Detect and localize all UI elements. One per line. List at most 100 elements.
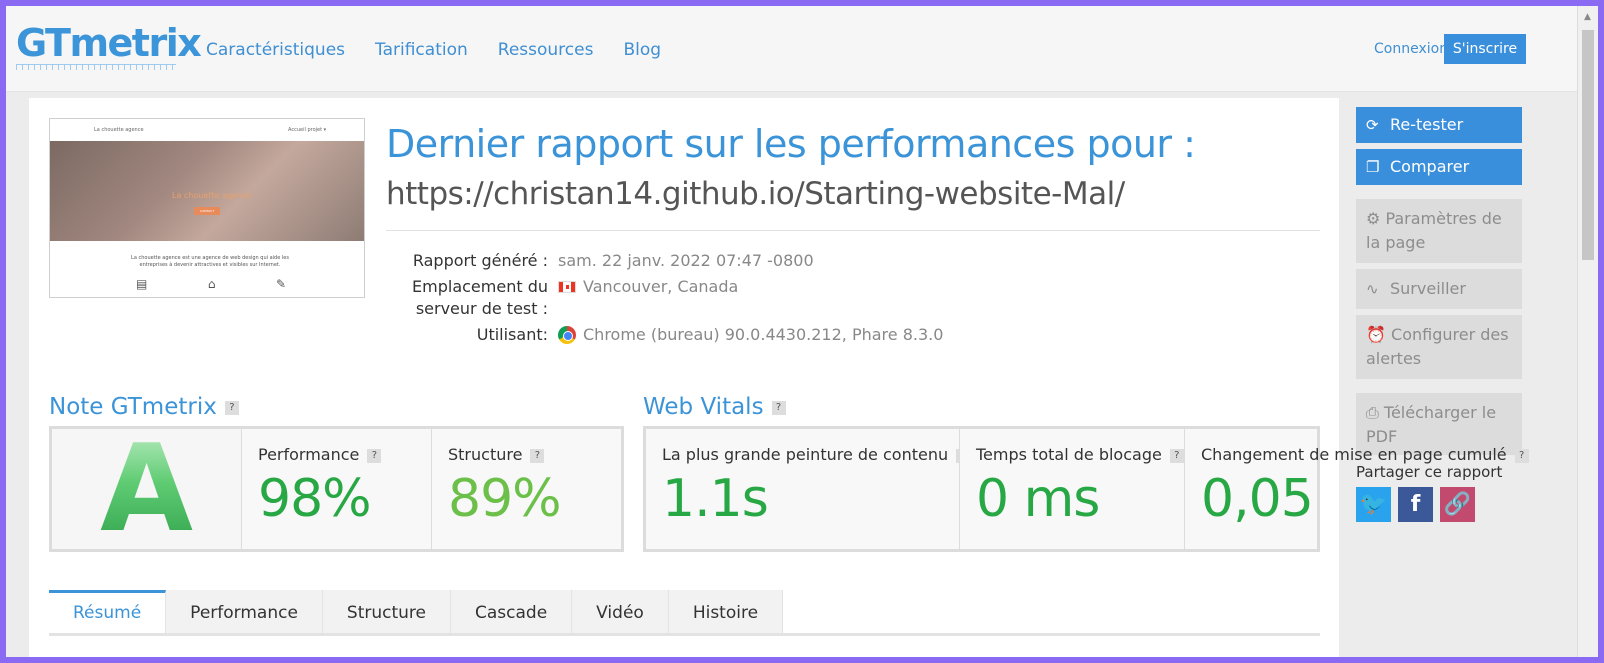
- pulse-icon: ∿: [1366, 280, 1379, 298]
- tab-history[interactable]: Histoire: [668, 590, 784, 636]
- meta-label: Utilisant:: [476, 325, 548, 344]
- vertical-scrollbar[interactable]: ▲: [1577, 6, 1598, 657]
- twitter-share-icon[interactable]: 🐦: [1356, 487, 1391, 522]
- structure-cell: Structure? 89%: [432, 429, 621, 549]
- performance-label-wrap: Performance?: [258, 445, 382, 464]
- gtmetrix-logo[interactable]: GTmetrix: [16, 21, 202, 76]
- tbt-cell: Temps total de blocage? 0 ms: [960, 429, 1185, 549]
- performance-label: Performance: [258, 445, 360, 464]
- pdf-icon: ⎙: [1366, 403, 1384, 422]
- performance-value: 98%: [258, 469, 372, 529]
- performance-cell: Performance? 98%: [242, 429, 432, 549]
- download-pdf-label: Télécharger le PDF: [1366, 403, 1497, 446]
- meta-label: Rapport généré :: [412, 251, 548, 270]
- share-title: Partager ce rapport: [1356, 463, 1503, 481]
- report-title: Dernier rapport sur les performances pou…: [386, 122, 1196, 166]
- meta-row-generated: Rapport généré : sam. 22 janv. 2022 07:4…: [386, 250, 943, 272]
- logo-label: GTmetrix: [16, 21, 202, 65]
- page-settings-button[interactable]: ⚙ Paramètres de la page: [1356, 199, 1522, 263]
- lcp-label: La plus grande peinture de contenu: [662, 445, 949, 464]
- thumbnail-nav: La chouette agence Accueil projet ▾: [50, 119, 364, 141]
- cls-value: 0,05: [1201, 469, 1314, 529]
- section-title-text: Note GTmetrix: [49, 394, 217, 420]
- grade-box: A Performance? 98% Structure? 89%: [49, 420, 624, 559]
- signup-button[interactable]: S'inscrire: [1444, 34, 1526, 64]
- thumbnail-site-name: La chouette agence: [94, 127, 144, 133]
- meta-value: sam. 22 janv. 2022 07:47 -0800: [558, 251, 814, 270]
- page-settings-text: ⚙ Paramètres de la page: [1366, 207, 1512, 255]
- retest-label: Re-tester: [1390, 115, 1464, 134]
- compare-label: Comparer: [1390, 157, 1470, 176]
- meta-value: Chrome (bureau) 90.0.4430.212, Phare 8.3…: [583, 325, 944, 344]
- nav-resources[interactable]: Ressources: [498, 40, 594, 60]
- tbt-label-wrap: Temps total de blocage?: [976, 445, 1184, 464]
- meta-value-wrap: Chrome (bureau) 90.0.4430.212, Phare 8.3…: [558, 324, 943, 346]
- divider: [386, 230, 1320, 231]
- help-icon[interactable]: ?: [1169, 448, 1184, 463]
- lcp-label-wrap: La plus grande peinture de contenu?: [662, 445, 971, 464]
- link-share-icon[interactable]: 🔗: [1440, 487, 1475, 522]
- structure-label-wrap: Structure?: [448, 445, 545, 464]
- cls-cell: Changement de mise en page cumulé? 0,05: [1185, 429, 1529, 549]
- newspaper-icon: ▤: [136, 277, 148, 291]
- report-panel: La chouette agence Accueil projet ▾ La c…: [29, 98, 1529, 657]
- share-buttons: 🐦 f 🔗: [1356, 487, 1522, 522]
- logo-text: GTmetrix: [16, 21, 202, 65]
- help-icon[interactable]: ?: [224, 400, 239, 415]
- site-header: GTmetrix Caractéristiques Tarification R…: [6, 6, 1577, 92]
- tab-waterfall[interactable]: Cascade: [451, 590, 573, 636]
- thumbnail-hero-image: La chouette agence CONTACT: [50, 141, 364, 241]
- web-vitals-box: La plus grande peinture de contenu? 1.1s…: [643, 426, 1529, 552]
- tab-underline: [49, 633, 1320, 636]
- nav-features[interactable]: Caractéristiques: [206, 40, 345, 60]
- meta-value: Vancouver, Canada: [583, 277, 739, 296]
- facebook-share-icon[interactable]: f: [1398, 487, 1433, 522]
- report-tabs: Résumé Performance Structure Cascade Vid…: [49, 590, 784, 636]
- tab-performance[interactable]: Performance: [166, 590, 323, 636]
- cls-label: Changement de mise en page cumulé: [1201, 445, 1507, 464]
- scroll-thumb[interactable]: [1582, 30, 1594, 260]
- copy-icon: ❐: [1366, 158, 1380, 176]
- canada-flag-icon: [558, 281, 576, 293]
- help-icon[interactable]: ?: [1514, 448, 1529, 463]
- tbt-label: Temps total de blocage: [976, 445, 1162, 464]
- alerts-button[interactable]: ⏰ Configurer des alertes: [1356, 315, 1522, 379]
- thumbnail-icons: ▤ ⌂ ✎: [136, 277, 286, 291]
- meta-label: Emplacement du serveur de test :: [412, 277, 548, 318]
- help-icon[interactable]: ?: [771, 400, 786, 415]
- structure-label: Structure: [448, 445, 523, 464]
- pen-icon: ✎: [275, 277, 286, 291]
- download-pdf-text: ⎙ Télécharger le PDF: [1366, 401, 1512, 449]
- monitor-button[interactable]: ∿ Surveiller: [1356, 269, 1522, 309]
- cls-label-wrap: Changement de mise en page cumulé?: [1201, 445, 1529, 464]
- section-title-text: Web Vitals: [643, 394, 764, 420]
- help-icon[interactable]: ?: [367, 448, 382, 463]
- presentation-icon: ⌂: [207, 277, 216, 291]
- grade-letter-text: A: [100, 419, 193, 559]
- retest-button[interactable]: ⟳ Re-tester: [1356, 107, 1522, 143]
- nav-blog[interactable]: Blog: [623, 40, 661, 60]
- tab-structure[interactable]: Structure: [322, 590, 451, 636]
- meta-row-using: Utilisant: Chrome (bureau) 90.0.4430.212…: [386, 324, 943, 346]
- gear-icon: ⚙: [1366, 209, 1386, 228]
- thumbnail-nav-right: Accueil projet ▾: [288, 127, 327, 133]
- tab-video[interactable]: Vidéo: [572, 590, 669, 636]
- chrome-icon: [558, 326, 576, 344]
- report-meta: Rapport généré : sam. 22 janv. 2022 07:4…: [386, 250, 943, 350]
- main-nav: Caractéristiques Tarification Ressources…: [206, 40, 661, 60]
- lcp-value: 1.1s: [662, 469, 769, 529]
- refresh-icon: ⟳: [1366, 116, 1379, 134]
- grade-cell: A: [52, 420, 242, 559]
- help-icon[interactable]: ?: [530, 448, 545, 463]
- nav-pricing[interactable]: Tarification: [375, 40, 468, 60]
- meta-value-wrap: Vancouver, Canada: [558, 276, 738, 320]
- login-link[interactable]: Connexion: [1374, 41, 1448, 57]
- thumbnail-hero-text: La chouette agence: [172, 191, 252, 200]
- tab-summary[interactable]: Résumé: [49, 590, 167, 636]
- report-url[interactable]: https://christan14.github.io/Starting-we…: [386, 176, 1125, 212]
- meta-row-location: Emplacement du serveur de test : Vancouv…: [386, 276, 943, 320]
- scroll-up-arrow-icon[interactable]: ▲: [1584, 12, 1591, 22]
- lcp-cell: La plus grande peinture de contenu? 1.1s: [646, 429, 971, 549]
- compare-button[interactable]: ❐ Comparer: [1356, 149, 1522, 185]
- tbt-value: 0 ms: [976, 469, 1100, 529]
